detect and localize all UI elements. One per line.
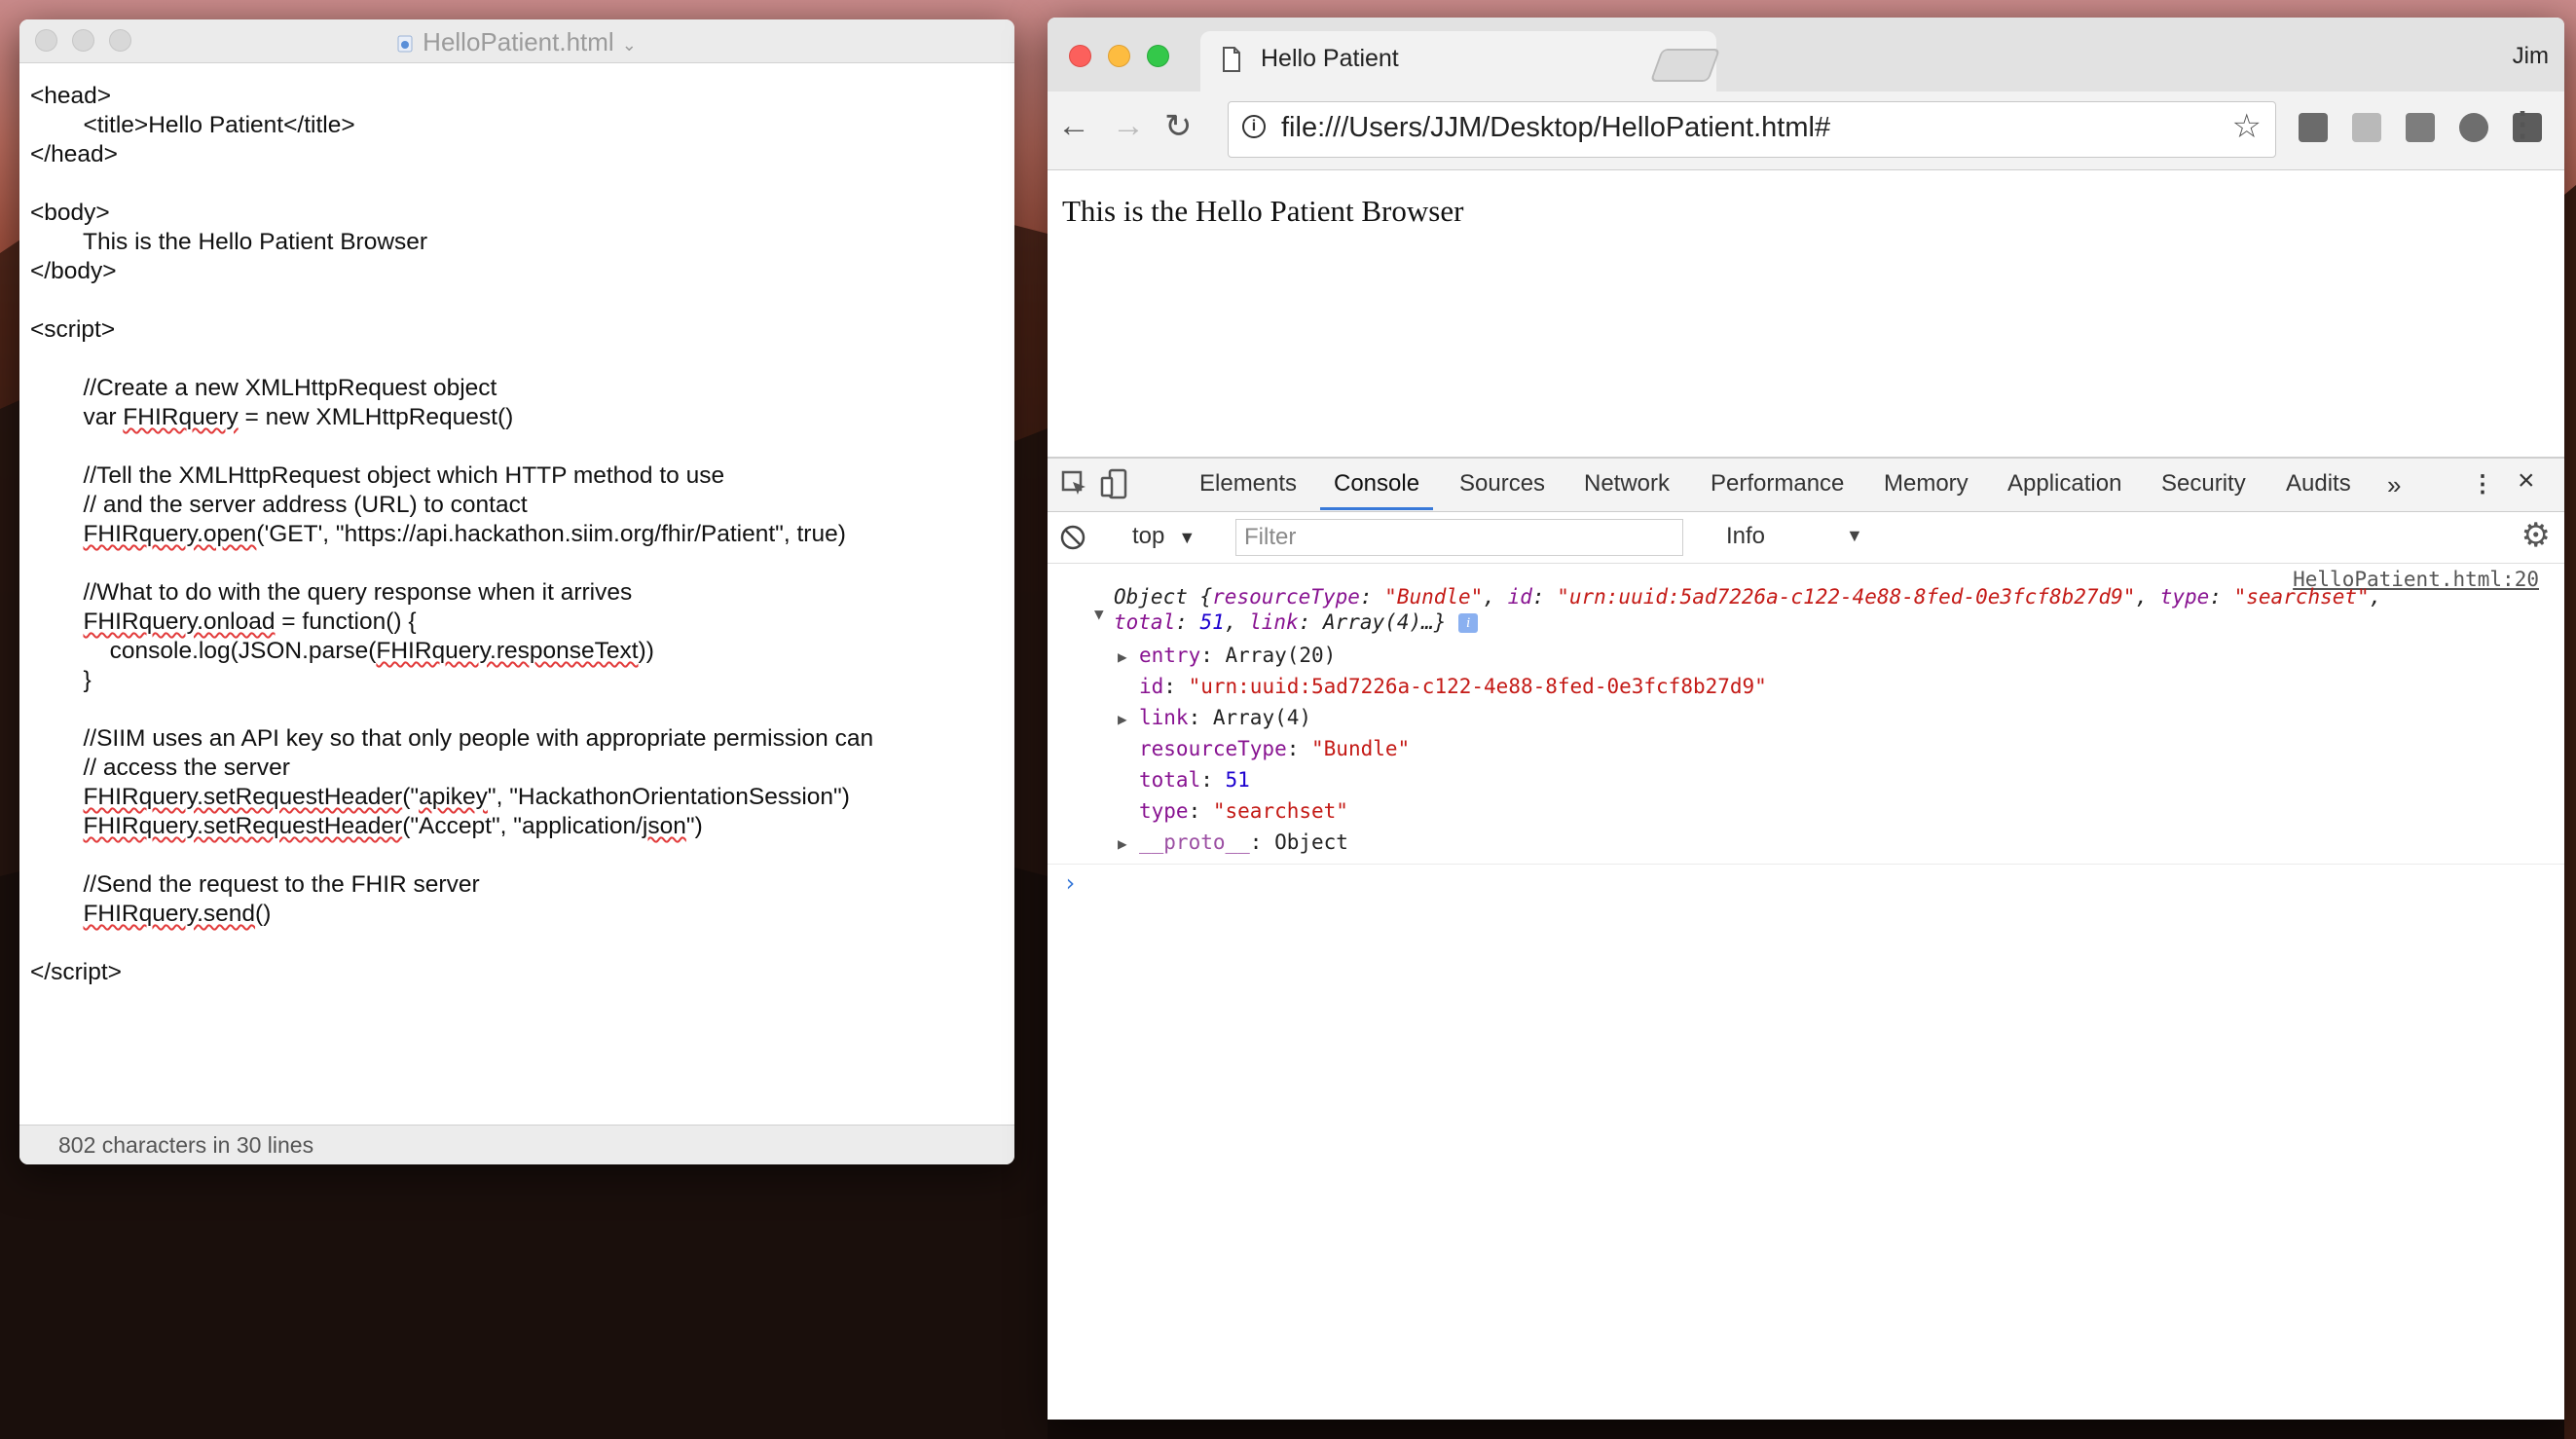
pen-extension-icon[interactable] xyxy=(2352,113,2381,142)
log-level-value: Info xyxy=(1726,523,1766,549)
tab-strip: Hello Patient × Jim xyxy=(1048,18,2564,92)
tab-console[interactable]: Console xyxy=(1334,470,1419,498)
forward-arrow-icon[interactable]: → xyxy=(1112,107,1145,145)
browser-window: Hello Patient × Jim ← → ↻ i file:///User… xyxy=(1048,18,2564,1420)
info-icon[interactable]: i xyxy=(1242,115,1266,138)
inspect-element-icon[interactable] xyxy=(1061,470,1088,498)
tab-application[interactable]: Application xyxy=(2007,470,2121,498)
console-filter-bar: top ▼ Filter Info ▼ ⚙ xyxy=(1048,512,2564,564)
filter-placeholder: Filter xyxy=(1244,524,1297,550)
context-value: top xyxy=(1132,523,1165,549)
bookmark-star-icon[interactable]: ☆ xyxy=(2232,107,2262,146)
tab-sources[interactable]: Sources xyxy=(1459,470,1545,498)
url-text: file:///Users/JJM/Desktop/HelloPatient.h… xyxy=(1281,112,1831,143)
editor-text-area[interactable]: <head> <title>Hello Patient</title> </he… xyxy=(19,64,1014,1143)
character-count: 802 characters in 30 lines xyxy=(58,1132,314,1158)
prop-type: type: "searchset" xyxy=(1139,799,1348,823)
devtools-panel: Elements Console Sources Network Perform… xyxy=(1048,457,2564,1420)
tab-network[interactable]: Network xyxy=(1584,470,1670,498)
reload-icon[interactable]: ↻ xyxy=(1164,107,1193,146)
square-extension-icon[interactable] xyxy=(2406,113,2435,142)
devtools-menu-icon[interactable]: ⋮ xyxy=(2471,470,2494,498)
prop-id: id: "urn:uuid:5ad7226a-c122-4e88-8fed-0e… xyxy=(1139,675,1767,698)
editor-status-bar: 802 characters in 30 lines xyxy=(19,1125,1014,1164)
tab-hello-patient[interactable]: Hello Patient × xyxy=(1200,31,1716,92)
console-divider xyxy=(1048,864,2564,865)
prop-resourceType: resourceType: "Bundle" xyxy=(1139,737,1411,760)
collapse-triangle-icon[interactable]: ▼ xyxy=(1094,605,1104,623)
context-selector[interactable]: top ▼ xyxy=(1132,523,1196,550)
close-traffic-light[interactable] xyxy=(1069,45,1091,67)
info-badge-icon[interactable]: i xyxy=(1458,613,1479,633)
tab-audits[interactable]: Audits xyxy=(2286,470,2351,498)
expand-triangle-icon[interactable]: ▶ xyxy=(1118,647,1127,666)
editor-title[interactable]: HelloPatient.html ⌄ xyxy=(19,27,1014,57)
devtools-tab-bar: Elements Console Sources Network Perform… xyxy=(1048,459,2564,512)
editor-titlebar: HelloPatient.html ⌄ xyxy=(19,19,1014,63)
browser-toolbar: ← → ↻ i file:///Users/JJM/Desktop/HelloP… xyxy=(1048,92,2564,170)
log-summary-line-2: total: 51, link: Array(4)…} i xyxy=(1114,610,1479,634)
log-summary-line-1: Object {resourceType: "Bundle", id: "urn… xyxy=(1114,585,2382,609)
prop-entry[interactable]: entry: Array(20) xyxy=(1139,644,1336,667)
filter-input[interactable]: Filter xyxy=(1235,519,1683,556)
prop-link[interactable]: link: Array(4) xyxy=(1139,706,1311,729)
close-devtools-icon[interactable]: × xyxy=(2518,464,2535,498)
prop-total: total: 51 xyxy=(1139,768,1250,792)
expand-triangle-icon[interactable]: ▶ xyxy=(1118,834,1127,853)
source-code: <head> <title>Hello Patient</title> </he… xyxy=(30,83,874,985)
page-icon xyxy=(1223,47,1240,72)
tab-memory[interactable]: Memory xyxy=(1884,470,1969,498)
more-menu-icon[interactable]: ⋮ xyxy=(2506,105,2539,144)
globe-extension-icon[interactable] xyxy=(2459,113,2488,142)
tab-performance[interactable]: Performance xyxy=(1711,470,1844,498)
tab-title: Hello Patient xyxy=(1261,45,1399,72)
console-output[interactable]: HelloPatient.html:20 ▼ Object {resourceT… xyxy=(1048,564,2564,1420)
jb-extension-icon[interactable] xyxy=(2299,113,2328,142)
gear-icon[interactable]: ⚙ xyxy=(2521,516,2551,555)
dropdown-arrow-icon[interactable]: ▼ xyxy=(1846,526,1863,546)
console-prompt-icon[interactable]: › xyxy=(1063,869,1077,897)
more-tabs-icon[interactable]: » xyxy=(2387,470,2401,500)
active-tab-indicator xyxy=(1320,507,1433,510)
new-tab-button[interactable] xyxy=(1649,49,1721,82)
page-body-text: This is the Hello Patient Browser xyxy=(1062,194,1464,228)
zoom-traffic-light[interactable] xyxy=(1147,45,1169,67)
tab-elements[interactable]: Elements xyxy=(1199,470,1297,498)
profile-name[interactable]: Jim xyxy=(2513,43,2549,70)
device-toolbar-icon[interactable] xyxy=(1100,468,1129,499)
address-bar[interactable]: i file:///Users/JJM/Desktop/HelloPatient… xyxy=(1228,101,2276,158)
text-editor-window: HelloPatient.html ⌄ <head> <title>Hello P… xyxy=(19,19,1014,1164)
chevron-down-icon: ⌄ xyxy=(621,35,637,55)
clear-console-icon[interactable] xyxy=(1059,524,1086,551)
back-arrow-icon[interactable]: ← xyxy=(1057,107,1090,145)
page-content: This is the Hello Patient Browser xyxy=(1048,170,2564,455)
log-level-selector[interactable]: Info xyxy=(1726,523,1765,550)
prop-proto[interactable]: __proto__: Object xyxy=(1139,830,1348,854)
editor-filename: HelloPatient.html xyxy=(423,27,614,56)
dropdown-arrow-icon: ▼ xyxy=(1178,528,1196,547)
html-document-icon xyxy=(397,35,413,53)
tab-security[interactable]: Security xyxy=(2161,470,2246,498)
minimize-traffic-light[interactable] xyxy=(1108,45,1130,67)
expand-triangle-icon[interactable]: ▶ xyxy=(1118,710,1127,728)
